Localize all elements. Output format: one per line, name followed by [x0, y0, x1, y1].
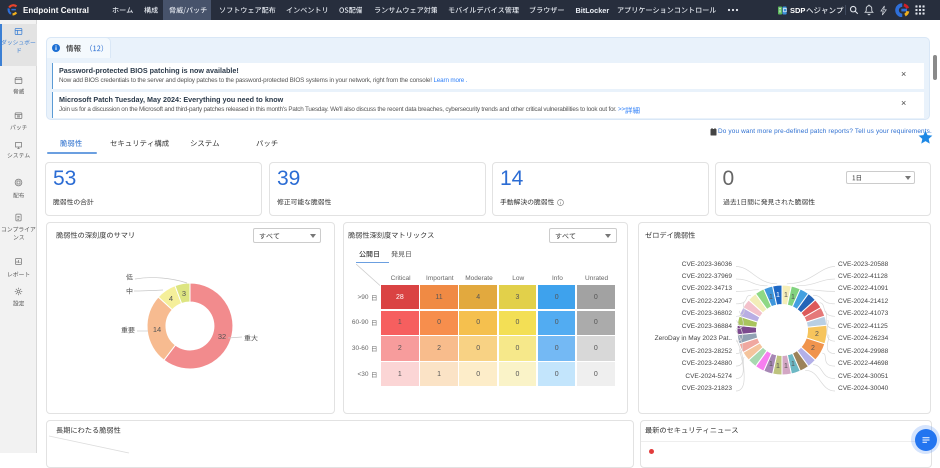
svg-text:1: 1: [784, 363, 788, 370]
svg-text:14: 14: [153, 325, 161, 334]
svg-text:1: 1: [769, 294, 773, 301]
svg-text:1: 1: [776, 292, 780, 299]
svg-text:2: 2: [815, 331, 819, 338]
svg-text:3: 3: [182, 289, 186, 298]
svg-text:2: 2: [811, 345, 815, 352]
svg-text:1: 1: [791, 294, 795, 301]
svg-text:4: 4: [169, 294, 173, 303]
svg-text:32: 32: [218, 332, 226, 341]
svg-text:1: 1: [769, 361, 773, 368]
svg-text:1: 1: [791, 361, 795, 368]
svg-text:1: 1: [776, 363, 780, 370]
svg-text:1: 1: [784, 292, 788, 299]
